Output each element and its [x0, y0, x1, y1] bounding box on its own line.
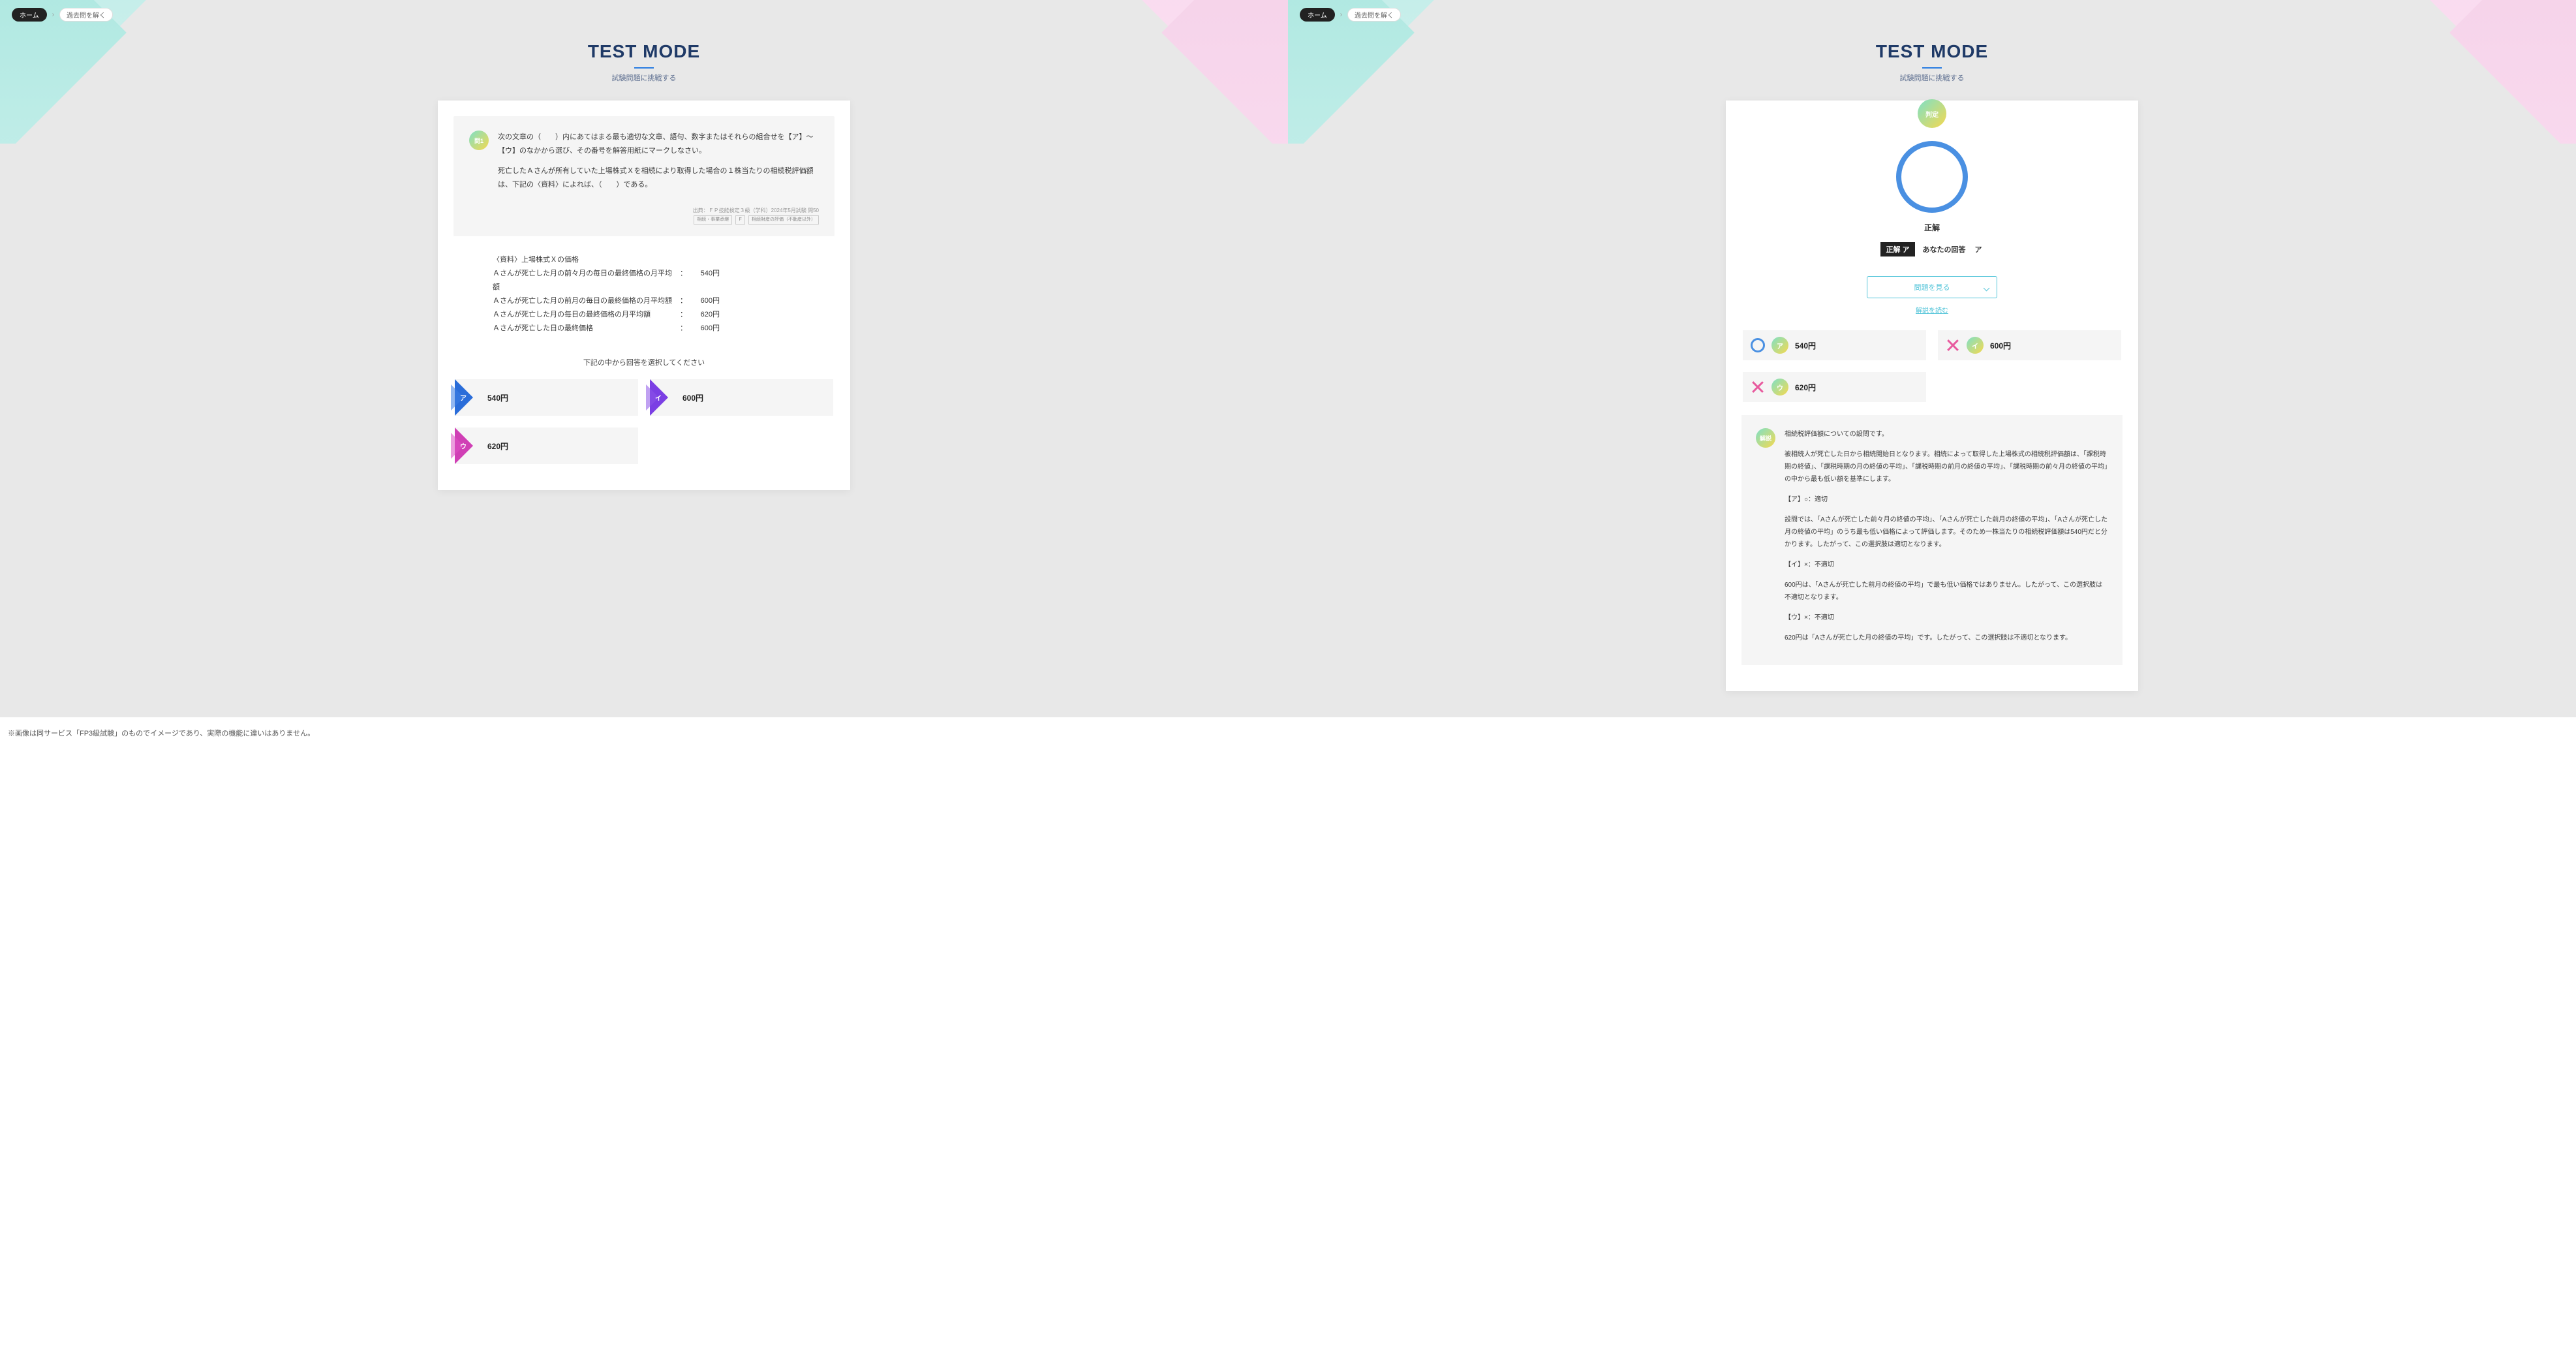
judge-badge: 判定 — [1918, 99, 1946, 128]
choice-text: 540円 — [1795, 340, 1816, 351]
choice-letter: ア — [460, 393, 467, 403]
choice-letter: イ — [655, 393, 662, 403]
explanation-text: 相続税評価額についての設問です。 被相続人が死亡した日から相続開始日となります。… — [1785, 428, 2108, 652]
question-source: 出典：ＦＰ技能検定３級（学科）2024年5月試験 問50 相続・事業承継 F 相… — [469, 206, 819, 225]
hero: TEST MODE 試験問題に挑戦する — [1288, 29, 2576, 101]
choice-letter-badge: イ — [1967, 337, 1984, 354]
choice-text: 620円 — [1795, 382, 1816, 393]
breadcrumb-item[interactable]: 過去問を解く — [1347, 8, 1401, 22]
category-tag: 相続・事業承継 — [694, 215, 732, 225]
choice-text: 600円 — [1990, 340, 2011, 351]
choice-letter-badge: ウ — [1771, 379, 1788, 396]
material-row: Ａさんが死亡した日の最終価格 ： 600円 — [493, 322, 795, 335]
choice-option-a[interactable]: ア 540円 — [455, 379, 638, 416]
result-card: 判定 正解 正解 ア あなたの回答 ア 問題を見る 解説を読む ア 540円 — [1726, 101, 2138, 691]
breadcrumb: ホーム › 過去問を解く — [1288, 0, 2576, 29]
page-subtitle: 試験問題に挑戦する — [612, 72, 677, 83]
your-answer-value: ア — [1974, 242, 1984, 256]
breadcrumb-item[interactable]: 過去問を解く — [59, 8, 113, 22]
page-title: TEST MODE — [1288, 41, 2576, 62]
correct-circle-icon — [1896, 141, 1968, 213]
result-choice-grid: ア 540円 イ 600円 ウ 620円 — [1741, 330, 2123, 415]
choice-text: 540円 — [487, 392, 508, 403]
choice-grid: ア 540円 イ 600円 ウ 620円 — [453, 379, 835, 464]
question-number-badge: 問1 — [469, 131, 489, 150]
choice-letter: ウ — [460, 441, 467, 451]
result-panel: ホーム › 過去問を解く TEST MODE 試験問題に挑戦する 判定 正解 正… — [1288, 0, 2576, 717]
material-row: Ａさんが死亡した月の毎日の最終価格の月平均額 ： 620円 — [493, 308, 795, 322]
question-block: 問1 次の文章の（ ）内にあてはまる最も適切な文章、語句、数字またはそれらの組合… — [453, 116, 835, 236]
breadcrumb-home[interactable]: ホーム — [1300, 8, 1335, 22]
material-block: 〈資料〉上場株式Ｘの価格 Ａさんが死亡した月の前々月の毎日の最終価格の月平均額 … — [453, 236, 835, 341]
page-title: TEST MODE — [0, 41, 1288, 62]
read-explanation-link[interactable]: 解説を読む — [1741, 305, 2123, 315]
breadcrumb-home[interactable]: ホーム — [12, 8, 47, 22]
cross-icon — [1946, 338, 1960, 352]
view-question-button[interactable]: 問題を見る — [1867, 276, 1997, 298]
question-card: 問1 次の文章の（ ）内にあてはまる最も適切な文章、語句、数字またはそれらの組合… — [438, 101, 850, 490]
choice-option-c[interactable]: ウ 620円 — [455, 428, 638, 464]
explanation-block: 解説 相続税評価額についての設問です。 被相続人が死亡した日から相続開始日となり… — [1741, 415, 2123, 665]
category-tag: 相続財産の評価（不動産以外） — [748, 215, 819, 225]
choice-text: 620円 — [487, 441, 508, 452]
explanation-badge: 解説 — [1756, 428, 1775, 448]
chevron-right-icon: › — [52, 11, 54, 18]
instruction-text: 下記の中から回答を選択してください — [453, 357, 835, 367]
material-row: Ａさんが死亡した月の前月の毎日の最終価格の月平均額 ： 600円 — [493, 294, 795, 308]
choice-option-b[interactable]: イ 600円 — [650, 379, 833, 416]
answer-summary: 正解 ア あなたの回答 ア — [1741, 242, 2123, 256]
breadcrumb: ホーム › 過去問を解く — [0, 0, 1288, 29]
circle-icon — [1751, 338, 1765, 352]
choice-letter-badge: ア — [1771, 337, 1788, 354]
cross-icon — [1751, 380, 1765, 394]
result-label: 正解 — [1741, 222, 2123, 233]
question-panel: ホーム › 過去問を解く TEST MODE 試験問題に挑戦する 問1 次の文章… — [0, 0, 1288, 717]
category-tag: F — [735, 215, 744, 225]
material-row: Ａさんが死亡した月の前々月の毎日の最終価格の月平均額 ： 540円 — [493, 267, 795, 294]
correct-answer-badge: 正解 ア — [1880, 242, 1914, 256]
question-text: 次の文章の（ ）内にあてはまる最も適切な文章、語句、数字またはそれらの組合せを【… — [498, 131, 819, 198]
hero: TEST MODE 試験問題に挑戦する — [0, 29, 1288, 101]
your-answer-label: あなたの回答 — [1922, 242, 1967, 256]
material-title: 〈資料〉上場株式Ｘの価格 — [493, 253, 795, 267]
page-subtitle: 試験問題に挑戦する — [1900, 72, 1965, 83]
result-choice-a: ア 540円 — [1743, 330, 1926, 360]
result-choice-b: イ 600円 — [1938, 330, 2121, 360]
result-choice-c: ウ 620円 — [1743, 372, 1926, 402]
chevron-right-icon: › — [1340, 11, 1342, 18]
choice-text: 600円 — [682, 392, 703, 403]
disclaimer-note: ※画像は同サービス「FP3級試験」のものでイメージであり、実際の機能に違いはあり… — [0, 717, 2576, 749]
